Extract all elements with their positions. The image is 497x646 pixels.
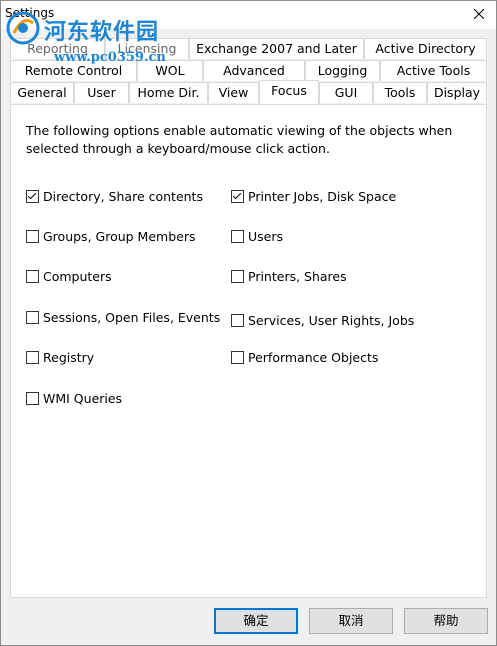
close-icon <box>474 9 484 19</box>
checkbox-wmi[interactable]: WMI Queries <box>26 391 122 406</box>
help-button[interactable]: 帮助 <box>404 608 488 634</box>
checkbox-box[interactable] <box>26 351 39 364</box>
title-bar: Settings <box>1 1 496 29</box>
settings-window: Settings Reporting Licensing Exchange 20… <box>0 0 497 646</box>
tab-active-directory[interactable]: Active Directory <box>364 38 487 59</box>
tab-general[interactable]: General <box>10 82 74 103</box>
checkbox-groups[interactable]: Groups, Group Members <box>26 229 195 244</box>
checkbox-printers-shares[interactable]: Printers, Shares <box>231 269 347 284</box>
tab-wol[interactable]: WOL <box>137 60 203 81</box>
tab-gui[interactable]: GUI <box>319 82 373 103</box>
checkbox-box[interactable] <box>231 351 244 364</box>
checkbox-box[interactable] <box>231 230 244 243</box>
checkbox-box[interactable] <box>26 392 39 405</box>
checkbox-box[interactable] <box>26 270 39 283</box>
tab-view[interactable]: View <box>208 82 259 103</box>
checkbox-directory-share[interactable]: Directory, Share contents <box>26 189 203 204</box>
tab-home-dir[interactable]: Home Dir. <box>129 82 208 103</box>
checkbox-box[interactable] <box>231 270 244 283</box>
checkbox-performance[interactable]: Performance Objects <box>231 350 378 365</box>
checkbox-box[interactable] <box>231 190 244 203</box>
tab-focus[interactable]: Focus <box>259 80 319 104</box>
tab-logging[interactable]: Logging <box>305 60 380 81</box>
checkbox-computers[interactable]: Computers <box>26 269 112 284</box>
tab-display[interactable]: Display <box>427 82 487 103</box>
close-button[interactable] <box>462 1 496 27</box>
ok-button[interactable]: 确定 <box>214 608 298 634</box>
tab-tools[interactable]: Tools <box>373 82 427 103</box>
checkbox-sessions[interactable]: Sessions, Open Files, Events <box>26 310 220 325</box>
tab-exchange[interactable]: Exchange 2007 and Later <box>189 38 364 59</box>
checkbox-printer-jobs[interactable]: Printer Jobs, Disk Space <box>231 189 396 204</box>
tab-active-tools[interactable]: Active Tools <box>380 60 487 81</box>
checkbox-box[interactable] <box>26 190 39 203</box>
checkbox-box[interactable] <box>231 314 244 327</box>
cancel-button[interactable]: 取消 <box>309 608 393 634</box>
tab-licensing[interactable]: Licensing <box>105 38 189 59</box>
checkbox-registry[interactable]: Registry <box>26 350 94 365</box>
window-title: Settings <box>5 6 55 20</box>
tab-remote-control[interactable]: Remote Control <box>10 60 137 81</box>
focus-panel: The following options enable automatic v… <box>10 104 487 598</box>
tab-advanced[interactable]: Advanced <box>203 60 305 81</box>
checkbox-box[interactable] <box>26 311 39 324</box>
focus-description: The following options enable automatic v… <box>26 123 453 156</box>
checkbox-services[interactable]: Services, User Rights, Jobs <box>231 313 414 328</box>
checkbox-users[interactable]: Users <box>231 229 283 244</box>
checkbox-box[interactable] <box>26 230 39 243</box>
tab-reporting[interactable]: Reporting <box>10 38 105 59</box>
tab-user[interactable]: User <box>74 82 129 103</box>
